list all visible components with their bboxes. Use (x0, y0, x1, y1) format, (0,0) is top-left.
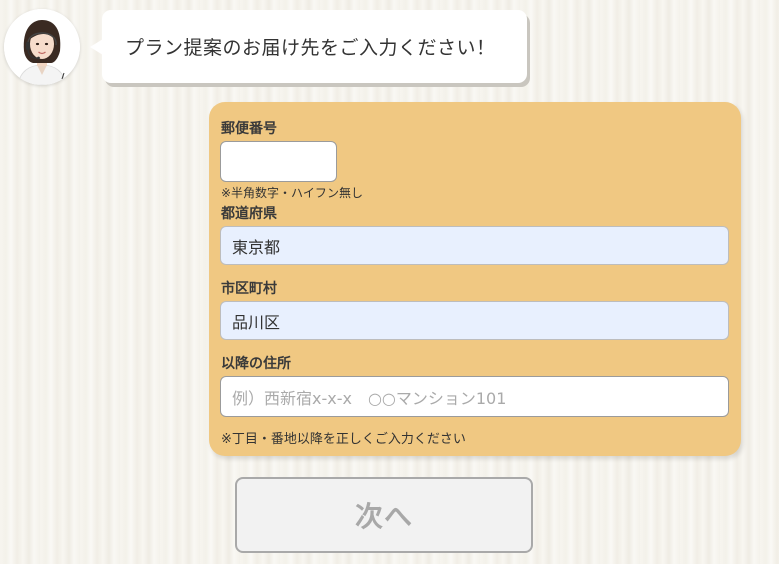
address-label: 以降の住所 (221, 356, 291, 372)
next-button[interactable]: 次へ (235, 477, 533, 553)
address-note: ※丁目・番地以降を正しくご入力ください (221, 432, 466, 447)
address-form: 郵便番号 ※半角数字・ハイフン無し 都道府県 東京都 市区町村 品川区 以降の住… (209, 102, 741, 456)
prefecture-input[interactable]: 東京都 (220, 226, 729, 265)
address-placeholder: 例）西新宿x-x-x ○○マンション101 (232, 388, 507, 408)
operator-avatar (4, 9, 80, 85)
postal-code-note: ※半角数字・ハイフン無し (221, 186, 364, 200)
operator-with-headset-icon (4, 9, 80, 85)
postal-code-input[interactable] (220, 141, 337, 182)
address-input[interactable]: 例）西新宿x-x-x ○○マンション101 (220, 376, 729, 417)
city-label: 市区町村 (221, 281, 277, 297)
operator-message: プラン提案のお届け先をご入力ください！ (125, 37, 496, 59)
prefecture-label: 都道府県 (221, 206, 277, 222)
city-input[interactable]: 品川区 (220, 301, 729, 340)
operator-speech-bubble: プラン提案のお届け先をご入力ください！ (90, 10, 527, 83)
postal-code-label: 郵便番号 (221, 121, 277, 137)
